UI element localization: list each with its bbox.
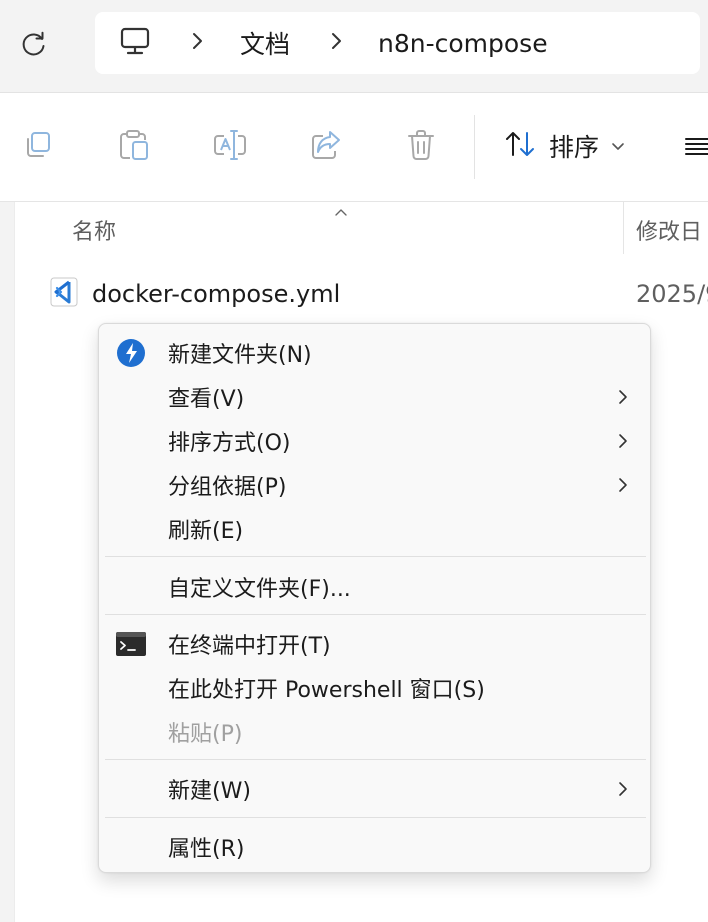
breadcrumb-n8n-compose[interactable]: n8n-compose (378, 12, 548, 74)
address-bar[interactable]: 文档 n8n-compose (95, 12, 700, 74)
menu-item-label: 在此处打开 Powershell 窗口(S) (168, 678, 485, 703)
column-header-name[interactable]: 名称 (72, 202, 116, 258)
menu-item-customize-folder[interactable]: 自定义文件夹(F)... (105, 566, 644, 608)
copy-button[interactable] (18, 127, 58, 167)
delete-button[interactable] (401, 127, 441, 167)
refresh-button[interactable] (14, 26, 54, 66)
breadcrumb-label: 文档 (240, 30, 291, 59)
share-button[interactable] (306, 127, 346, 167)
menu-item-label: 查看(V) (168, 387, 245, 412)
sort-icon (503, 128, 537, 164)
breadcrumb-separator[interactable] (328, 12, 344, 74)
view-icon (684, 138, 708, 165)
view-button[interactable] (684, 133, 708, 165)
vscode-file-icon (48, 276, 80, 312)
file-name: docker-compose.yml (92, 280, 341, 308)
breadcrumb-separator[interactable] (189, 12, 205, 74)
menu-item-paste: 粘贴(P) (105, 711, 644, 753)
menu-separator (105, 614, 646, 615)
menu-separator (105, 759, 646, 760)
terminal-icon (115, 629, 147, 659)
menu-item-label: 在终端中打开(T) (168, 634, 331, 659)
toolbar-divider (474, 115, 475, 179)
menu-item-label: 新建文件夹(N) (168, 343, 312, 368)
paste-icon (117, 128, 151, 166)
column-header-label: 名称 (72, 220, 117, 245)
column-header-modified[interactable]: 修改日 (636, 202, 702, 258)
sort-ascending-icon (333, 202, 349, 221)
breadcrumb-label: n8n-compose (378, 28, 548, 58)
column-divider[interactable] (623, 202, 624, 254)
chevron-right-icon (618, 433, 628, 453)
rename-icon (212, 128, 248, 166)
menu-item-label: 粘贴(P) (168, 722, 243, 747)
menu-item-label: 刷新(E) (168, 519, 244, 544)
chevron-right-icon (189, 31, 205, 55)
chevron-right-icon (618, 477, 628, 497)
menu-item-refresh[interactable]: 刷新(E) (105, 508, 644, 550)
file-row[interactable]: docker-compose.yml (48, 274, 340, 314)
menu-item-label: 分组依据(P) (168, 475, 287, 500)
chevron-right-icon (328, 31, 344, 55)
share-icon (309, 128, 343, 166)
copy-icon (22, 129, 54, 165)
sort-button[interactable]: 排序 (503, 123, 625, 169)
menu-item-group-by[interactable]: 分组依据(P) (105, 464, 644, 506)
menu-separator (105, 817, 646, 818)
rename-button[interactable] (210, 127, 250, 167)
menu-item-sort-by[interactable]: 排序方式(O) (105, 420, 644, 462)
menu-item-properties[interactable]: 属性(R) (105, 826, 644, 868)
breadcrumb-computer[interactable] (119, 12, 151, 74)
menu-item-open-powershell[interactable]: 在此处打开 Powershell 窗口(S) (105, 667, 644, 709)
new-folder-icon (115, 338, 147, 368)
chevron-right-icon (618, 389, 628, 409)
menu-item-new-folder[interactable]: 新建文件夹(N) (105, 332, 644, 374)
title-bar: 文档 n8n-compose (0, 0, 708, 93)
command-bar: 排序 (0, 93, 708, 202)
file-modified-date: 2025/9 (636, 280, 708, 308)
chevron-right-icon (618, 781, 628, 801)
menu-item-open-in-terminal[interactable]: 在终端中打开(T) (105, 623, 644, 665)
paste-button[interactable] (114, 127, 154, 167)
menu-item-label: 自定义文件夹(F)... (168, 577, 351, 602)
navigation-pane-edge[interactable] (0, 202, 15, 922)
menu-item-view[interactable]: 查看(V) (105, 376, 644, 418)
delete-icon (406, 128, 436, 166)
context-menu: 新建文件夹(N) 查看(V) 排序方式(O) 分组依据(P) 刷新(E) 自定义… (98, 323, 651, 873)
computer-icon (119, 25, 151, 61)
sort-label: 排序 (549, 133, 600, 162)
menu-item-label: 新建(W) (168, 779, 251, 804)
menu-item-label: 属性(R) (168, 837, 245, 862)
menu-item-new[interactable]: 新建(W) (105, 768, 644, 810)
breadcrumb-documents[interactable]: 文档 (240, 12, 290, 74)
column-header-label: 修改日 (636, 220, 703, 245)
refresh-icon (20, 30, 48, 62)
chevron-down-icon (611, 137, 625, 156)
menu-item-label: 排序方式(O) (168, 431, 291, 456)
menu-separator (105, 556, 646, 557)
